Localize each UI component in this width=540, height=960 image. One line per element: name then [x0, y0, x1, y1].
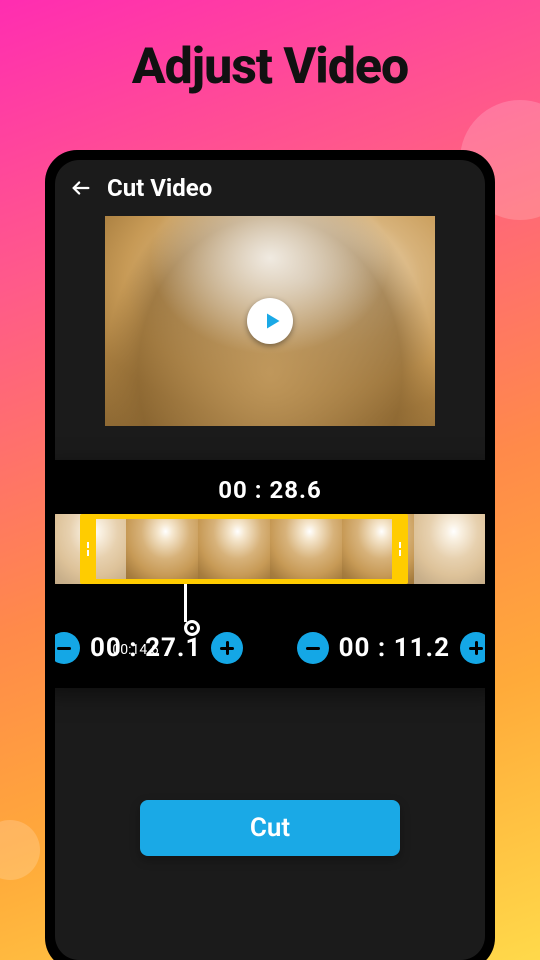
playhead-knob[interactable]	[184, 620, 200, 636]
end-time-value: 00 : 11.2	[339, 633, 450, 663]
trim-panel: 00 : 28.6	[55, 460, 485, 688]
app-bar: Cut Video	[55, 160, 485, 210]
decorative-bubble	[0, 820, 40, 880]
selection-range[interactable]	[80, 514, 408, 584]
end-decrease-button[interactable]	[297, 632, 329, 664]
video-preview	[105, 216, 435, 426]
start-increase-button[interactable]	[211, 632, 243, 664]
playhead-time: 00:14.6	[86, 642, 186, 658]
timeline[interactable]: 00:14.6	[55, 514, 485, 584]
play-icon	[262, 311, 282, 331]
timeline-thumb	[414, 514, 485, 584]
playhead-stem	[184, 584, 187, 622]
end-increase-button[interactable]	[460, 632, 485, 664]
back-button[interactable]	[67, 174, 95, 202]
app-screen: Cut Video 00 : 28.6	[55, 160, 485, 960]
start-decrease-button[interactable]	[55, 632, 80, 664]
total-duration: 00 : 28.6	[55, 476, 485, 504]
cut-button[interactable]: Cut	[140, 800, 400, 856]
phone-frame: Cut Video 00 : 28.6	[45, 150, 495, 960]
arrow-left-icon	[70, 177, 92, 199]
selection-handle-left[interactable]	[80, 519, 96, 579]
playhead[interactable]: 00:14.6	[184, 584, 186, 640]
screen-title: Cut Video	[107, 174, 212, 202]
promo-title: Adjust Video	[0, 38, 540, 96]
end-time-group: 00 : 11.2	[297, 632, 485, 664]
selection-handle-right[interactable]	[392, 519, 408, 579]
play-button[interactable]	[247, 298, 293, 344]
